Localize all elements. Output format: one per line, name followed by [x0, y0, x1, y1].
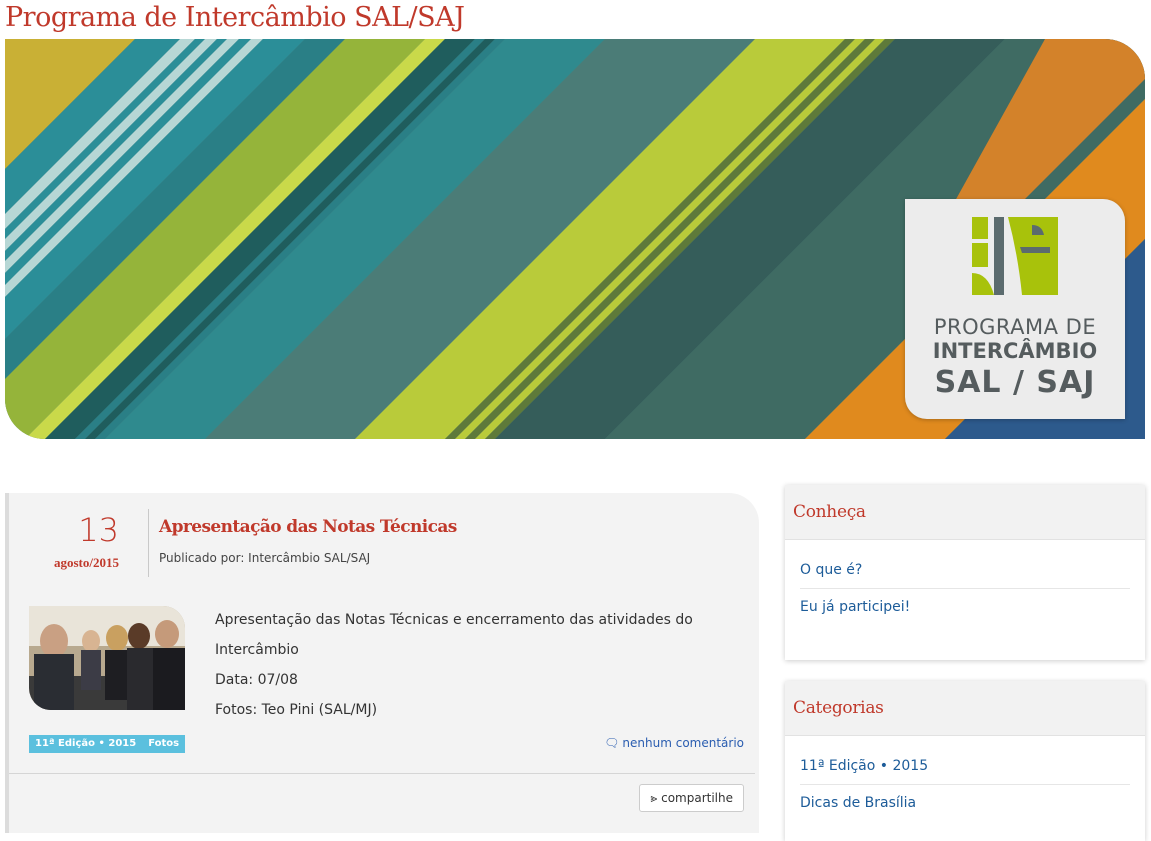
post-tags: 11ª Edição • 2015 Fotos [29, 735, 186, 753]
date-divider [148, 509, 149, 577]
logo-text-line-2: INTERCÂMBIO [932, 339, 1098, 363]
logo-text-line-1: PROGRAMA DE [933, 315, 1097, 339]
post-title[interactable]: Apresentação das Notas Técnicas [159, 517, 457, 537]
category-link-dicas-brasilia[interactable]: Dicas de Brasília [800, 785, 1130, 821]
post-divider [9, 773, 755, 774]
program-logo-mark [972, 217, 1058, 295]
share-button[interactable]: ⪢ compartilhe [639, 784, 744, 812]
post-paragraph: Apresentação das Notas Técnicas e encerr… [215, 612, 693, 658]
widget-title: Conheça [785, 485, 1145, 540]
post-paragraph: Fotos: Teo Pini (SAL/MJ) [215, 702, 378, 718]
post-paragraph: Data: 07/08 [215, 672, 298, 688]
logo-text-line-3: SAL / SAJ [934, 365, 1096, 400]
post-body: Apresentação das Notas Técnicas e encerr… [215, 605, 759, 725]
program-logo: PROGRAMA DE INTERCÂMBIO SAL / SAJ [905, 199, 1125, 419]
tag-fotos[interactable]: Fotos [142, 735, 186, 753]
post-date-day: 13 [78, 511, 119, 549]
site-title[interactable]: Programa de Intercâmbio SAL/SAJ [5, 0, 465, 36]
conheca-link-eu-ja-participei[interactable]: Eu já participei! [800, 589, 1130, 625]
widget-conheca: Conheça O que é? Eu já participei! [785, 485, 1145, 660]
categorias-list: 11ª Edição • 2015 Dicas de Brasília [785, 736, 1145, 821]
post-thumbnail[interactable] [29, 606, 185, 710]
share-label: compartilhe [661, 791, 733, 805]
tag-edition[interactable]: 11ª Edição • 2015 [29, 735, 143, 753]
blog-post: 13 agosto/2015 Apresentação das Notas Té… [5, 493, 759, 833]
share-icon: ⪢ [650, 791, 658, 805]
widget-title: Categorias [785, 681, 1145, 736]
photo-thumbnail-image [29, 606, 185, 710]
conheca-list: O que é? Eu já participei! [785, 540, 1145, 625]
header-banner: PROGRAMA DE INTERCÂMBIO SAL / SAJ [5, 39, 1145, 439]
post-author: Publicado por: Intercâmbio SAL/SAJ [159, 551, 371, 565]
conheca-link-o-que-e[interactable]: O que é? [800, 552, 1130, 589]
post-date-month: agosto/2015 [54, 555, 119, 570]
category-link-edicao-2015[interactable]: 11ª Edição • 2015 [800, 748, 1130, 785]
comment-icon: 🗨 [604, 736, 620, 750]
comments-link[interactable]: 🗨 nenhum comentário [604, 736, 744, 750]
widget-categorias: Categorias 11ª Edição • 2015 Dicas de Br… [785, 681, 1145, 841]
comments-label: nenhum comentário [622, 736, 744, 750]
